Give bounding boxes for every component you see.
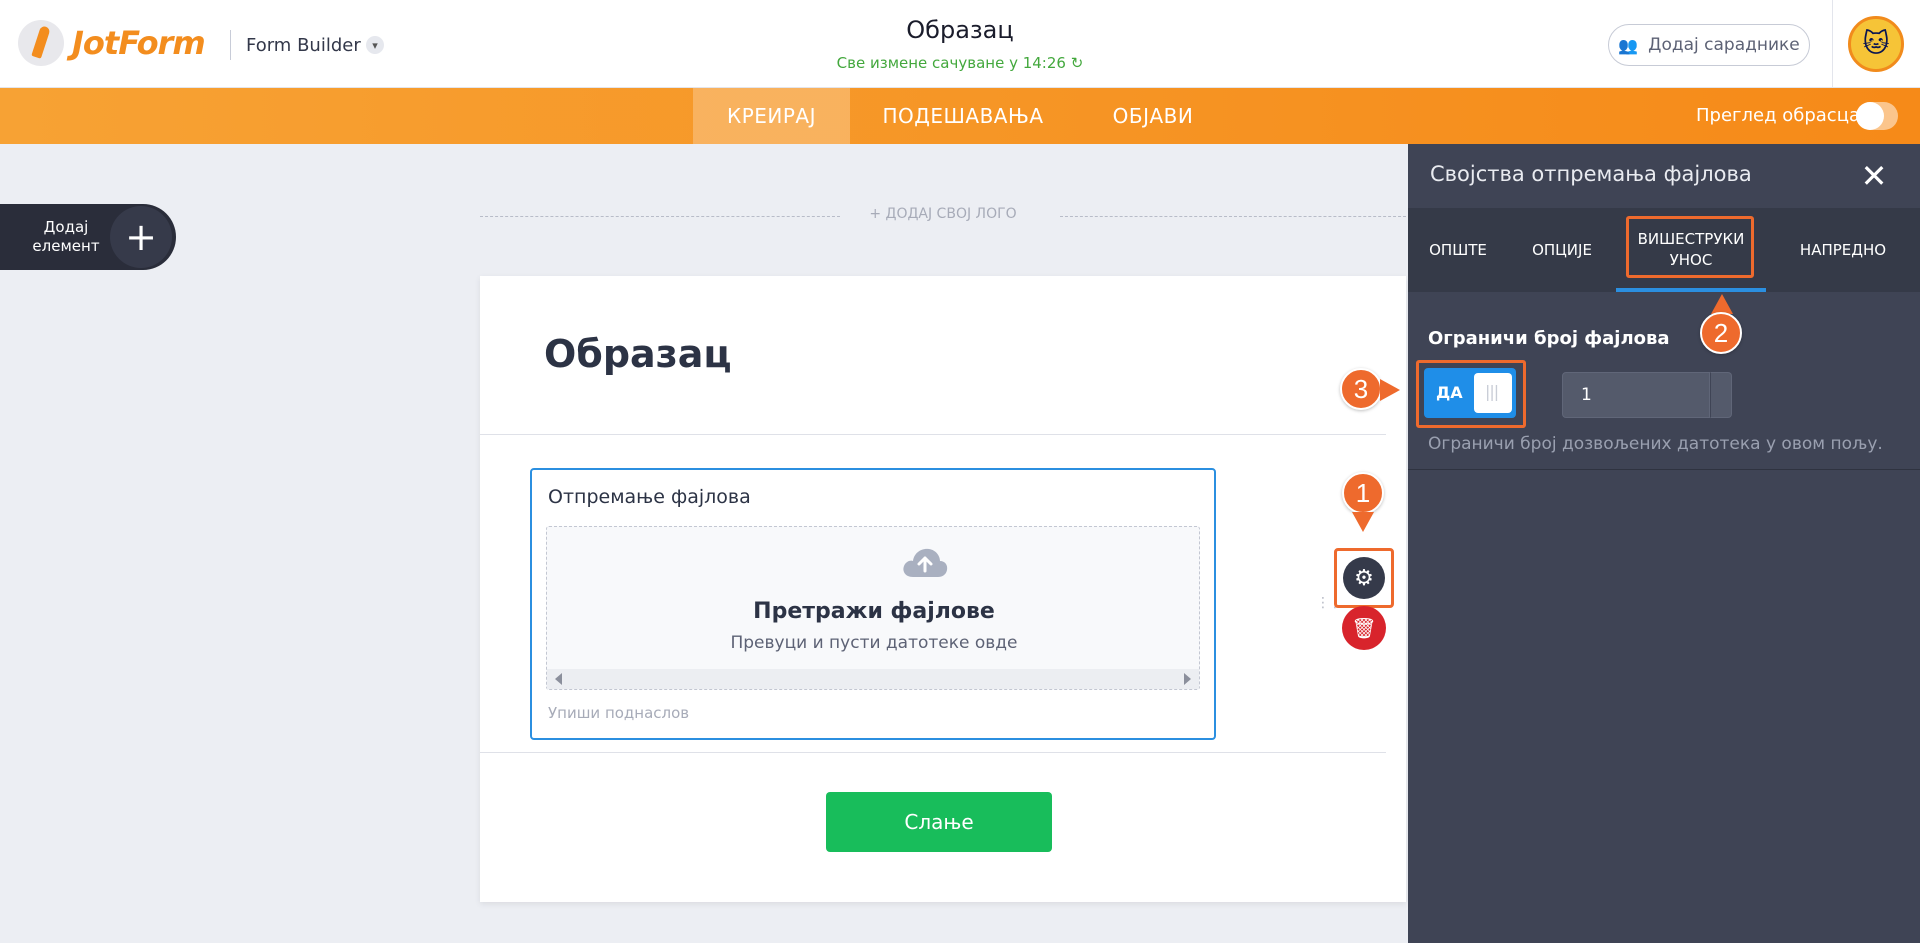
form-card: Образац Отпремање фајлова Претражи фајло… [480, 276, 1406, 902]
add-collaborators-button[interactable]: 👥 Додај сараднике [1608, 24, 1810, 66]
callout-2-pointer [1711, 294, 1733, 314]
form-heading[interactable]: Образац [544, 332, 732, 376]
drag-drop-hint: Превуци и пусти датотеке овде [730, 633, 1018, 653]
limit-count-stepper[interactable] [1710, 372, 1732, 418]
plus-icon[interactable]: + [110, 206, 172, 268]
upload-dropzone[interactable]: Претражи фајлове Превуци и пусти датотек… [546, 526, 1200, 690]
callout-3: 3 [1340, 368, 1382, 410]
refresh-icon: ↻ [1070, 54, 1084, 72]
browse-files-title: Претражи фајлове [753, 599, 995, 624]
limit-count-input[interactable]: 1 [1562, 372, 1710, 418]
limit-files-title: Ограничи број фајлова [1428, 328, 1670, 349]
add-element-button[interactable]: Додај елемент + [0, 204, 176, 270]
scroll-right-icon[interactable] [1184, 673, 1191, 685]
avatar-divider [1832, 0, 1833, 88]
limit-files-toggle[interactable]: ДА [1424, 368, 1516, 418]
limit-files-description: Ограничи број дозвољених датотека у овом… [1428, 434, 1883, 454]
active-tab-highlight [1626, 216, 1754, 278]
horizontal-scrollbar[interactable] [547, 669, 1199, 689]
trash-icon[interactable]: 🗑 [1342, 606, 1386, 650]
tab-create[interactable]: КРЕИРАЈ [693, 88, 850, 144]
callout-1: 1 [1342, 472, 1384, 514]
properties-panel: Својства отпремања фајлова ✕ ОПШТЕ ОПЦИЈ… [1408, 144, 1920, 943]
add-logo-slot[interactable]: + ДОДАЈ СВОЈ ЛОГО [480, 206, 1406, 226]
callout-3-pointer [1380, 379, 1400, 401]
panel-header: Својства отпремања фајлова ✕ [1408, 144, 1920, 208]
limit-files-section: Ограничи број фајлова ДА 1 Ограничи број… [1408, 292, 1920, 470]
users-icon: 👥 [1618, 35, 1639, 55]
field-settings-highlight: ⚙ [1334, 548, 1394, 608]
tab-general[interactable]: ОПШТЕ [1408, 208, 1508, 292]
callout-1-pointer [1352, 512, 1374, 532]
toggle-knob[interactable] [1474, 373, 1512, 413]
cloud-upload-icon [903, 548, 948, 577]
tab-advanced[interactable]: НАПРЕДНО [1778, 208, 1908, 292]
tab-publish[interactable]: ОБЈАВИ [1098, 88, 1208, 144]
drag-handle-icon[interactable] [1316, 592, 1328, 620]
saved-status-text: Све измене сачуване у 14:26 [836, 54, 1066, 72]
tab-options[interactable]: ОПЦИЈЕ [1508, 208, 1616, 292]
top-header: JotForm Form Builder ▾ Образац Све измен… [0, 0, 1920, 88]
preview-toggle[interactable] [1856, 102, 1898, 130]
upload-field-label[interactable]: Отпремање фајлова [548, 486, 751, 508]
subheading-placeholder[interactable]: Упиши поднаслов [548, 704, 689, 722]
add-logo-text[interactable]: + ДОДАЈ СВОЈ ЛОГО [480, 206, 1406, 222]
add-element-label-line2: елемент [32, 237, 100, 255]
main-nav: КРЕИРАЈ ПОДЕШАВАЊА ОБЈАВИ Преглед обрасц… [0, 88, 1920, 144]
add-element-label-line1: Додај [43, 218, 89, 236]
gear-icon[interactable]: ⚙ [1343, 557, 1385, 599]
tab-settings[interactable]: ПОДЕШАВАЊА [868, 88, 1058, 144]
field-divider [480, 752, 1386, 753]
toggle-label: ДА [1436, 383, 1463, 402]
add-collaborators-label: Додај сараднике [1648, 35, 1800, 55]
heading-divider [480, 434, 1386, 435]
file-upload-field[interactable]: Отпремање фајлова Претражи фајлове Преву… [530, 468, 1216, 740]
add-element-label: Додај елемент [18, 218, 114, 256]
submit-button[interactable]: Слање [826, 792, 1052, 852]
scroll-left-icon[interactable] [555, 673, 562, 685]
avatar[interactable]: 🐱 [1848, 16, 1904, 72]
callout-2: 2 [1700, 312, 1742, 354]
preview-label: Преглед обрасца [1696, 105, 1860, 126]
close-icon[interactable]: ✕ [1854, 156, 1894, 196]
panel-title: Својства отпремања фајлова [1430, 162, 1752, 186]
